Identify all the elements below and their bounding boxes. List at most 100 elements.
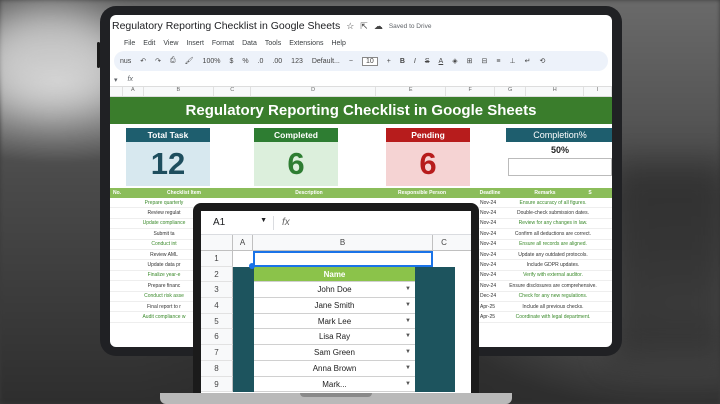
document-title[interactable]: Regulatory Reporting Checklist in Google… xyxy=(112,20,340,32)
deadline-cell[interactable]: Nov-24 xyxy=(480,220,496,226)
cell-c[interactable] xyxy=(433,298,455,314)
cell-b[interactable]: Jane Smith ▼ xyxy=(253,298,433,314)
move-icon[interactable]: ⇱ xyxy=(360,21,368,32)
checklist-item-cell[interactable]: Finalize year-e xyxy=(124,272,204,278)
rotate-icon[interactable]: ⟲ xyxy=(539,57,545,65)
th-checklist-item[interactable]: Checklist Item xyxy=(124,190,244,196)
laptop-col-c[interactable]: C xyxy=(433,235,455,250)
wrap-icon[interactable]: ↵ xyxy=(525,57,531,65)
row-number[interactable]: 5 xyxy=(201,313,233,330)
menu-edit[interactable]: Edit xyxy=(143,40,155,47)
checklist-item-cell[interactable]: Review AML xyxy=(124,252,204,258)
laptop-col-a[interactable]: A xyxy=(233,235,253,250)
deadline-cell[interactable]: Dec-24 xyxy=(480,293,496,299)
star-icon[interactable]: ☆ xyxy=(346,21,354,32)
completion-card[interactable]: Completion% 50% xyxy=(506,128,612,186)
row-number[interactable]: 6 xyxy=(201,329,233,346)
name-dropdown-cell[interactable]: Jane Smith ▼ xyxy=(254,298,415,314)
remarks-cell[interactable]: Include all previous checks. xyxy=(508,304,598,310)
print-icon[interactable]: ⎙ xyxy=(170,57,176,65)
dropdown-arrow-icon[interactable]: ▼ xyxy=(405,282,411,298)
name-dropdown-cell[interactable]: Mark... ▼ xyxy=(254,376,415,393)
total-task-card[interactable]: Total Task 12 xyxy=(126,128,210,186)
deadline-cell[interactable]: Nov-24 xyxy=(480,231,496,237)
name-header-cell[interactable]: Name xyxy=(254,266,415,283)
cell-b[interactable]: Mark... ▼ xyxy=(253,376,433,393)
fill-color-icon[interactable]: ◈ xyxy=(452,57,457,65)
cell-a[interactable] xyxy=(233,345,253,361)
number-format-button[interactable]: 123 xyxy=(291,58,303,65)
menu-help[interactable]: Help xyxy=(331,40,345,47)
percent-icon[interactable]: % xyxy=(242,58,248,65)
font-size-increase-icon[interactable]: + xyxy=(387,58,391,65)
checklist-item-cell[interactable]: Review regulat xyxy=(124,210,204,216)
decimal-increase-icon[interactable]: .00 xyxy=(272,58,282,65)
bold-icon[interactable]: B xyxy=(400,58,405,65)
col-header-b[interactable]: B xyxy=(144,87,215,96)
name-dropdown-cell[interactable]: Anna Brown ▼ xyxy=(254,360,415,377)
laptop-corner-cell[interactable] xyxy=(201,235,233,250)
name-dropdown-cell[interactable]: Mark Lee ▼ xyxy=(254,313,415,330)
laptop-col-b[interactable]: B xyxy=(253,235,433,250)
row-number[interactable]: 3 xyxy=(201,282,233,299)
th-responsible-person[interactable]: Responsible Person xyxy=(374,190,470,196)
cell-a[interactable] xyxy=(233,282,253,299)
deadline-cell[interactable]: Nov-24 xyxy=(480,241,496,247)
row-number[interactable]: 4 xyxy=(201,298,233,314)
menu-data[interactable]: Data xyxy=(242,40,257,47)
row-number[interactable]: 9 xyxy=(201,376,233,393)
remarks-cell[interactable]: Ensure accuracy of all figures. xyxy=(508,200,598,206)
col-header-f[interactable]: F xyxy=(446,87,495,96)
checklist-item-cell[interactable]: Conduct risk asse xyxy=(124,293,204,299)
deadline-cell[interactable]: Nov-24 xyxy=(480,210,496,216)
text-color-icon[interactable]: A xyxy=(439,58,444,65)
remarks-cell[interactable]: Review for any changes in law. xyxy=(508,220,598,226)
deadline-cell[interactable]: Nov-24 xyxy=(480,200,496,206)
italic-icon[interactable]: I xyxy=(414,58,416,65)
col-header-e[interactable]: E xyxy=(376,87,447,96)
row-number[interactable]: 2 xyxy=(201,266,233,283)
pending-card[interactable]: Pending 6 xyxy=(386,128,470,186)
dropdown-arrow-icon[interactable]: ▼ xyxy=(405,314,411,330)
row-number[interactable]: 1 xyxy=(201,251,233,267)
checklist-item-cell[interactable]: Update compliance xyxy=(124,220,204,226)
row-number[interactable]: 8 xyxy=(201,360,233,377)
remarks-cell[interactable]: Verify with external auditor. xyxy=(508,272,598,278)
cell-a[interactable] xyxy=(233,313,253,330)
checklist-item-cell[interactable]: Prepare quarterly xyxy=(124,200,204,206)
menu-file[interactable]: File xyxy=(124,40,135,47)
col-header-i[interactable]: I xyxy=(584,87,612,96)
cell-b[interactable]: Name xyxy=(253,266,433,283)
deadline-cell[interactable]: Nov-24 xyxy=(480,283,496,289)
name-dropdown-cell[interactable]: Lisa Ray ▼ xyxy=(254,329,415,346)
col-header-h[interactable]: H xyxy=(526,87,585,96)
dropdown-arrow-icon[interactable]: ▼ xyxy=(405,361,411,377)
th-deadline[interactable]: Deadline xyxy=(470,190,510,196)
checklist-item-cell[interactable]: Prepare financ xyxy=(124,283,204,289)
cell-a[interactable] xyxy=(233,376,253,393)
th-status[interactable]: S xyxy=(580,190,600,196)
checklist-item-cell[interactable]: Audit compliance w xyxy=(124,314,204,320)
col-header-c[interactable]: C xyxy=(214,87,252,96)
deadline-cell[interactable]: Nov-24 xyxy=(480,262,496,268)
cell-b[interactable]: Anna Brown ▼ xyxy=(253,360,433,377)
menu-tools[interactable]: Tools xyxy=(265,40,281,47)
deadline-cell[interactable]: Nov-24 xyxy=(480,252,496,258)
menu-view[interactable]: View xyxy=(163,40,178,47)
menu-extensions[interactable]: Extensions xyxy=(289,40,323,47)
name-box-chevron-icon[interactable]: ▾ xyxy=(114,76,118,84)
name-box[interactable]: A1 ▼ xyxy=(201,217,273,228)
remarks-cell[interactable]: Check for any new regulations. xyxy=(508,293,598,299)
font-size-decrease-icon[interactable]: − xyxy=(349,58,353,65)
deadline-cell[interactable]: Apr-25 xyxy=(480,314,495,320)
undo-icon[interactable]: ↶ xyxy=(140,57,146,65)
borders-icon[interactable]: ⊞ xyxy=(467,57,473,65)
sheet-banner-title[interactable]: Regulatory Reporting Checklist in Google… xyxy=(110,97,612,124)
cell-c[interactable] xyxy=(433,282,455,299)
cell-c[interactable] xyxy=(433,329,455,346)
cell-c[interactable] xyxy=(433,251,455,267)
search-menus-input[interactable]: nus xyxy=(120,58,131,65)
th-description[interactable]: Description xyxy=(244,190,374,196)
remarks-cell[interactable]: Ensure disclosures are comprehensive. xyxy=(508,283,598,289)
font-select[interactable]: Default... xyxy=(312,58,340,65)
